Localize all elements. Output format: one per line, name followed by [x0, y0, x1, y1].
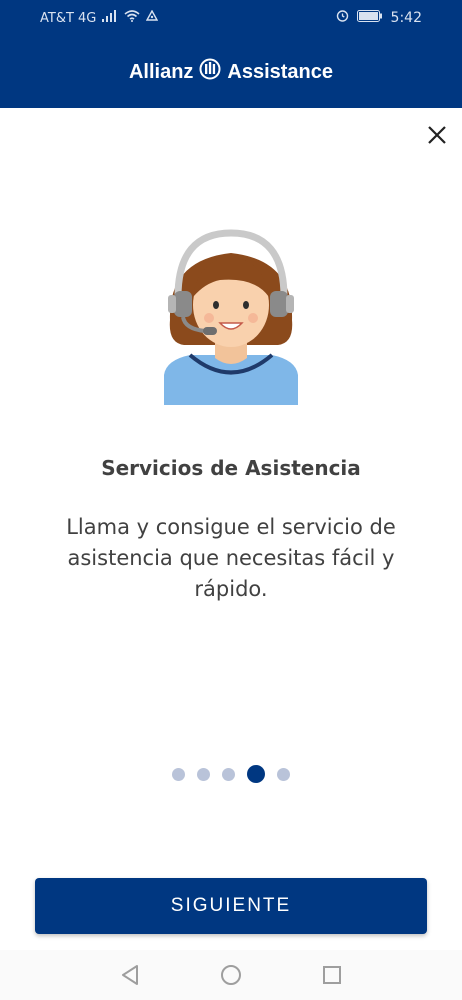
next-button[interactable]: SIGUIENTE — [35, 878, 427, 934]
pager-dot[interactable] — [222, 767, 235, 781]
wifi-icon — [124, 10, 140, 26]
home-icon — [220, 965, 241, 985]
system-nav-bar — [0, 950, 462, 1000]
close-icon — [428, 126, 446, 144]
pager-dot[interactable] — [197, 767, 210, 781]
allianz-eagle-icon — [199, 58, 221, 86]
alarm-icon — [336, 9, 349, 26]
signal-icon — [102, 10, 118, 26]
page-title: Servicios de Asistencia — [101, 456, 361, 480]
page-description: Llama y consigue el servicio de asistenc… — [66, 515, 396, 601]
home-button[interactable] — [218, 962, 244, 988]
clock: 5:42 — [390, 9, 422, 26]
pager-dots — [0, 764, 462, 784]
app-header: AT&T 4G 5:42 Allianz Assistance — [0, 0, 462, 108]
pager-dot[interactable] — [277, 767, 290, 781]
close-button[interactable] — [423, 121, 451, 149]
recents-button[interactable] — [319, 962, 345, 988]
recents-icon — [322, 966, 341, 984]
status-left: AT&T 4G — [40, 9, 159, 26]
back-icon — [122, 965, 139, 985]
pager-dot[interactable] — [172, 767, 185, 781]
back-button[interactable] — [117, 962, 143, 988]
pager-dot-active[interactable] — [247, 765, 265, 783]
status-bar: AT&T 4G 5:42 — [0, 0, 462, 36]
battery-icon — [356, 9, 383, 26]
brand-name: Allianz — [128, 60, 194, 83]
carrier-label: AT&T 4G — [40, 10, 97, 26]
assistant-illustration — [160, 225, 302, 410]
brand-suffix: Assistance — [227, 60, 334, 83]
brand-logo: Allianz Assistance — [0, 58, 462, 86]
status-right: 5:42 — [336, 9, 422, 26]
data-saver-icon — [146, 9, 159, 26]
